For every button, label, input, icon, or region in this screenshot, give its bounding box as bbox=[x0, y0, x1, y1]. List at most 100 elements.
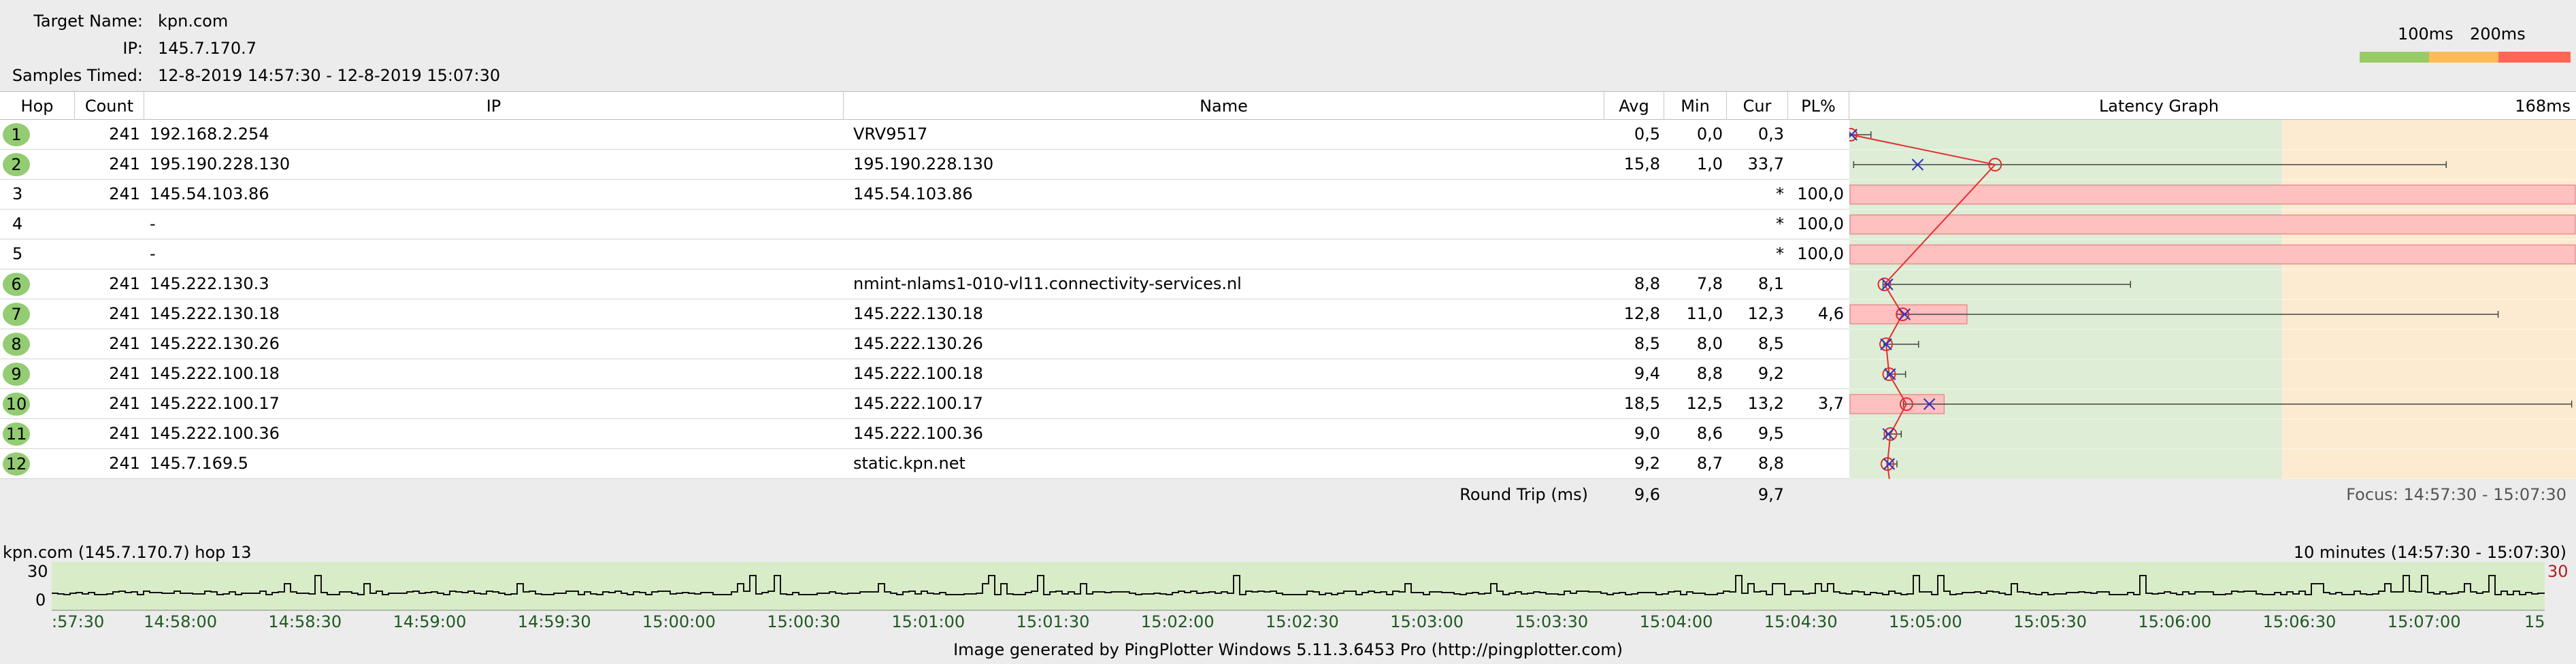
hop-avg bbox=[1604, 180, 1660, 209]
ip-label: IP: bbox=[122, 39, 143, 58]
col-ip-header[interactable]: IP bbox=[144, 92, 844, 120]
legend-200ms: 200ms bbox=[2470, 24, 2526, 44]
hop-number: 1 bbox=[3, 123, 30, 146]
hop-pl bbox=[1788, 449, 1844, 478]
hop-number: 8 bbox=[3, 333, 30, 356]
hop-number: 5 bbox=[12, 244, 23, 263]
col-graph-header[interactable]: Latency Graph bbox=[1849, 92, 2468, 120]
hop-number: 4 bbox=[12, 214, 23, 233]
hop-pl bbox=[1788, 150, 1844, 179]
legend-orange-swatch bbox=[2429, 52, 2498, 63]
hop-avg: 8,5 bbox=[1634, 334, 1660, 353]
hop-pl: 3,7 bbox=[1817, 394, 1844, 413]
hop-min: 12,5 bbox=[1686, 394, 1723, 413]
timeline-x-label: 14:59:30 bbox=[517, 612, 591, 631]
hop-count: 241 bbox=[109, 424, 140, 443]
col-name-header[interactable]: Name bbox=[844, 92, 1604, 120]
hop-cur: 8,8 bbox=[1757, 454, 1784, 473]
hop-cur: * bbox=[1776, 184, 1784, 203]
hop-pl: 4,6 bbox=[1817, 304, 1844, 323]
timeline-x-label: 15:04:30 bbox=[1764, 612, 1838, 631]
hop-avg: 9,2 bbox=[1634, 454, 1660, 473]
timeline-x-label: 14:59:00 bbox=[393, 612, 467, 631]
ip-row: IP: 145.7.170.7 bbox=[0, 38, 612, 59]
trace-table: Hop Count IP Name Avg Min Cur PL% Latenc… bbox=[0, 91, 2576, 510]
hop-row[interactable]: 3 241 145.54.103.86 145.54.103.86 * 100,0 bbox=[0, 180, 1849, 210]
hop-cur: * bbox=[1776, 244, 1784, 263]
table-header: Hop Count IP Name Avg Min Cur PL% Latenc… bbox=[0, 91, 2576, 120]
hop-number: 2 bbox=[3, 153, 30, 176]
hop-pl: 100,0 bbox=[1797, 184, 1844, 203]
hop-cur: 8,1 bbox=[1757, 274, 1784, 293]
hop-row[interactable]: 10 241 145.222.100.17 145.222.100.17 18,5 12,… bbox=[0, 389, 1849, 419]
hop-pl bbox=[1788, 329, 1844, 359]
hop-row[interactable]: 9 241 145.222.100.18 145.222.100.18 9,4 8,8 9,… bbox=[0, 359, 1849, 389]
timeline-x-label: 15:03:30 bbox=[1515, 612, 1589, 631]
hop-ip: 145.7.169.5 bbox=[150, 454, 249, 473]
timeline-range: 10 minutes (14:57:30 - 15:07:30) bbox=[2293, 543, 2566, 562]
hop-name: static.kpn.net bbox=[853, 454, 965, 473]
hop-name: 145.222.100.17 bbox=[853, 394, 983, 413]
col-min-header[interactable]: Min bbox=[1664, 92, 1727, 120]
col-cur-header[interactable]: Cur bbox=[1727, 92, 1788, 120]
hop-row[interactable]: 6 241 145.222.130.3 nmint-nlams1-010-vl11.c… bbox=[0, 269, 1849, 299]
col-avg-header[interactable]: Avg bbox=[1604, 92, 1664, 120]
hop-number: 6 bbox=[3, 273, 30, 296]
packet-loss-bar bbox=[1849, 214, 2576, 235]
hop-count: 241 bbox=[109, 184, 140, 203]
hop-ip: 145.222.100.17 bbox=[150, 394, 280, 413]
timeline-chart[interactable] bbox=[52, 562, 2545, 611]
hop-row[interactable]: 12 241 145.7.169.5 static.kpn.net 9,2 8,7 8,8 bbox=[0, 449, 1849, 479]
hop-avg bbox=[1604, 210, 1660, 239]
hop-number: 12 bbox=[3, 452, 30, 476]
hop-min: 1,0 bbox=[1696, 154, 1723, 173]
hop-row[interactable]: 5 - * 100,0 bbox=[0, 239, 1849, 269]
hop-pl bbox=[1788, 419, 1844, 448]
timeline-x-label: 15:04:00 bbox=[1639, 612, 1713, 631]
hop-avg: 9,4 bbox=[1634, 364, 1660, 383]
hop-min bbox=[1664, 180, 1723, 209]
hop-count: 241 bbox=[109, 154, 140, 173]
col-hop-header[interactable]: Hop bbox=[0, 92, 75, 120]
timeline-y-top: 30 bbox=[27, 562, 48, 581]
hop-cur: 0,3 bbox=[1757, 124, 1784, 144]
timeline-x-label: 15:02:30 bbox=[1266, 612, 1339, 631]
timeline-x-label: :57:30 bbox=[52, 612, 105, 631]
hop-name: nmint-nlams1-010-vl11.connectivity-servi… bbox=[853, 274, 1242, 293]
hop-name: 145.222.100.36 bbox=[853, 424, 983, 443]
timeline-x-label: 15:00:00 bbox=[642, 612, 716, 631]
samples-value: 12-8-2019 14:57:30 - 12-8-2019 15:07:30 bbox=[158, 66, 501, 85]
hop-min: 8,7 bbox=[1696, 454, 1723, 473]
footer-credit: Image generated by PingPlotter Windows 5… bbox=[953, 640, 1623, 659]
hop-pl: 100,0 bbox=[1797, 244, 1844, 263]
hop-count: 241 bbox=[109, 304, 140, 323]
ip-value: 145.7.170.7 bbox=[158, 39, 257, 58]
hop-name: VRV9517 bbox=[853, 124, 928, 144]
hop-min: 7,8 bbox=[1696, 274, 1723, 293]
hop-row[interactable]: 7 241 145.222.130.18 145.222.130.18 12,8 11,0… bbox=[0, 299, 1849, 329]
timeline-right-scale: 30 bbox=[2547, 562, 2569, 581]
hop-min bbox=[1664, 239, 1723, 269]
hop-count bbox=[75, 239, 140, 269]
hop-row[interactable]: 4 - * 100,0 bbox=[0, 210, 1849, 239]
hop-name: 145.54.103.86 bbox=[853, 184, 973, 203]
hop-row[interactable]: 11 241 145.222.100.36 145.222.100.36 9,0 8,6 9… bbox=[0, 419, 1849, 449]
col-pl-header[interactable]: PL% bbox=[1788, 92, 1849, 120]
hop-ip: 145.222.100.36 bbox=[150, 424, 280, 443]
timeline-x-label: 15:02:00 bbox=[1140, 612, 1215, 631]
hop-ip: 195.190.228.130 bbox=[150, 154, 291, 173]
hop-row[interactable]: 1 241 192.168.2.254 VRV9517 0,5 0,0 0,3 bbox=[0, 120, 1849, 150]
hop-ip: 145.222.130.18 bbox=[150, 304, 280, 323]
hop-row[interactable]: 8 241 145.222.130.26 145.222.130.26 8,5 8,0 8,… bbox=[0, 329, 1849, 359]
round-trip-avg: 9,6 bbox=[1634, 485, 1660, 504]
legend-100ms: 100ms bbox=[2398, 24, 2454, 44]
hop-avg: 0,5 bbox=[1634, 124, 1660, 144]
hop-min bbox=[1664, 210, 1723, 239]
hop-name bbox=[853, 210, 1602, 239]
hop-row[interactable]: 2 241 195.190.228.130 195.190.228.130 15,8 1,… bbox=[0, 150, 1849, 180]
col-count-header[interactable]: Count bbox=[75, 92, 144, 120]
samples-row: Samples Timed: 12-8-2019 14:57:30 - 12-8… bbox=[0, 65, 612, 86]
target-name-value: kpn.com bbox=[158, 12, 229, 31]
graph-max-label: 168ms bbox=[2515, 97, 2571, 116]
timeline-x-label: 15:06:00 bbox=[2138, 612, 2212, 631]
